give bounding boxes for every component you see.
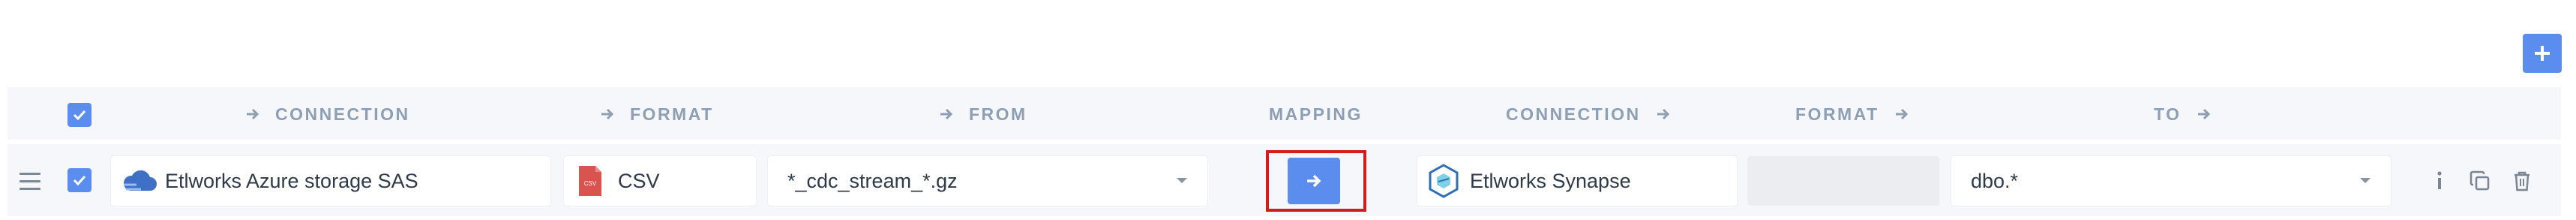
from-select[interactable]: *_cdc_stream_*.gz — [768, 156, 1207, 206]
source-connection-field[interactable]: Etlworks Azure storage SAS — [111, 156, 550, 206]
arrow-right-icon — [247, 108, 259, 120]
add-row-button[interactable] — [2523, 34, 2562, 73]
checkmark-icon — [73, 110, 86, 120]
arrow-right-icon — [1307, 174, 1321, 188]
header-mapping: MAPPING — [1269, 104, 1363, 124]
arrow-right-icon — [940, 108, 953, 120]
arrow-right-icon — [1657, 108, 1669, 120]
to-select[interactable]: dbo.* — [1951, 156, 2391, 206]
header-dest-format: FORMAT — [1795, 104, 1909, 124]
copy-icon[interactable] — [2467, 168, 2493, 194]
checkmark-icon — [73, 175, 86, 185]
row-checkbox[interactable] — [67, 168, 91, 192]
chevron-down-icon — [1177, 178, 1187, 183]
source-format-field[interactable]: CSV CSV — [564, 156, 756, 206]
flow-mapping-page: CONNECTION FORMAT FROM MAPPING CONNECTIO… — [0, 0, 2576, 220]
header-source-format: FORMAT — [600, 104, 714, 124]
synapse-icon — [1429, 164, 1459, 198]
dest-connection-field[interactable]: Etlworks Synapse — [1417, 156, 1737, 206]
header-to: TO — [2154, 104, 2212, 124]
arrow-right-icon — [2197, 108, 2210, 120]
arrow-right-icon — [601, 108, 614, 120]
mapping-button[interactable] — [1288, 158, 1340, 204]
plus-icon — [2535, 46, 2550, 61]
info-icon[interactable] — [2427, 168, 2452, 194]
header-dest-connection: CONNECTION — [1506, 104, 1671, 124]
arrow-right-icon — [1895, 108, 1908, 120]
csv-file-icon: CSV — [579, 166, 601, 196]
azure-cloud-icon — [123, 170, 157, 191]
svg-text:CSV: CSV — [584, 180, 597, 187]
header-from: FROM — [939, 104, 1027, 124]
trash-icon[interactable] — [2509, 168, 2535, 194]
drag-handle-icon[interactable] — [19, 173, 40, 191]
dest-format-field[interactable] — [1747, 156, 1939, 206]
chevron-down-icon — [2360, 178, 2371, 183]
select-all-checkbox[interactable] — [67, 103, 91, 127]
header-source-connection: CONNECTION — [245, 104, 410, 124]
